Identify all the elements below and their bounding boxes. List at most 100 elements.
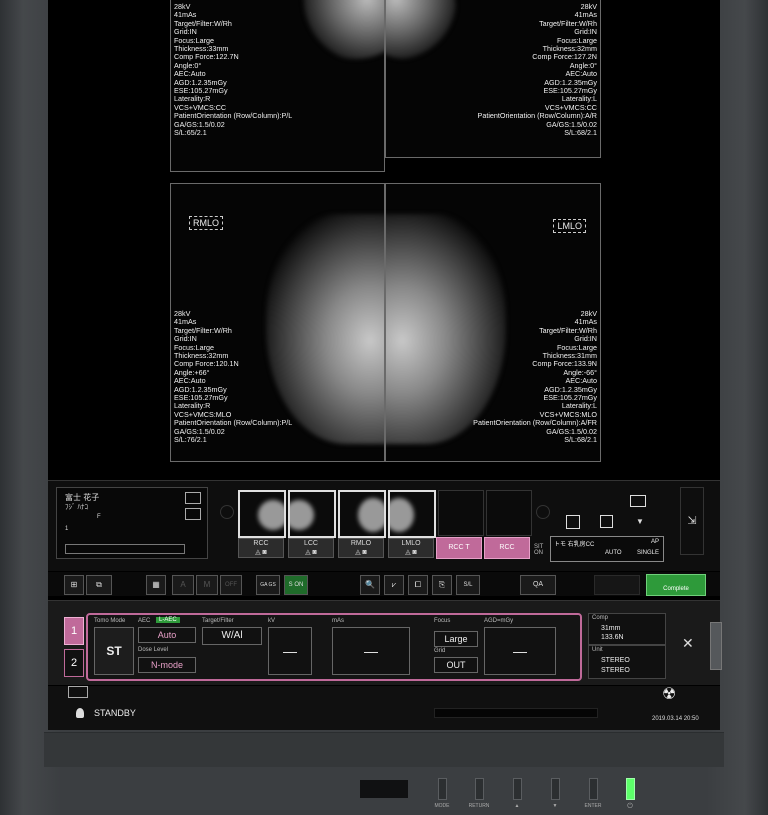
- protocol-name: トモ 右乳房CC: [554, 542, 595, 548]
- pending-rcc[interactable]: RCC: [484, 537, 530, 559]
- dropdown-icon[interactable]: ▼: [636, 517, 644, 526]
- patient-id-field: [65, 544, 185, 554]
- ga-gs-button[interactable]: GA GS: [256, 575, 280, 595]
- protocol-box[interactable]: SIT ON トモ 右乳房CC AP AUTO SINGLE: [534, 536, 664, 562]
- enter-key-label: ENTER: [584, 803, 602, 809]
- enter-key[interactable]: [589, 778, 598, 800]
- thumb-empty-1[interactable]: [438, 490, 484, 536]
- unit-value-1: STEREO: [601, 657, 630, 664]
- target-filter-value[interactable]: W/Al: [202, 627, 262, 645]
- screen: 28kV 41mAs Target/Filter:W/Rh Grid:IN Fo…: [48, 0, 720, 730]
- patient-card-icon[interactable]: [185, 492, 201, 504]
- pending-rcc-t[interactable]: RCC T: [436, 537, 482, 559]
- a-button[interactable]: A: [172, 575, 194, 595]
- thumb-lcc[interactable]: [288, 490, 336, 538]
- disabled-button: [594, 575, 640, 595]
- rcc-overlay-text: 28kV 41mAs Target/Filter:W/Rh Grid:IN Fo…: [174, 2, 293, 138]
- thumb-lmlo[interactable]: [388, 490, 436, 538]
- return-key[interactable]: [475, 778, 484, 800]
- status-state: STANDBY: [94, 708, 136, 718]
- dose-level-value[interactable]: N-mode: [138, 657, 196, 673]
- thumb-rcc-label: RCC ◬ ◙: [238, 538, 284, 558]
- unit-label: Unit: [592, 647, 603, 653]
- patient-kana: ﾌｼﾞ ﾊﾅｺ: [65, 504, 88, 511]
- layout-4-icon[interactable]: ⊞: [64, 575, 84, 595]
- kv-label: kV: [268, 618, 276, 624]
- radiation-icon: ☢: [662, 686, 677, 703]
- power-key[interactable]: [626, 778, 635, 800]
- image-select-icon[interactable]: ▦: [146, 575, 166, 595]
- lmlo-overlay-text: 28kV 41mAs Target/Filter:W/Rh Grid:IN Fo…: [473, 309, 597, 445]
- s-l-button[interactable]: S/L: [456, 575, 480, 595]
- st-button[interactable]: ST: [94, 627, 134, 675]
- protocol-shot: SINGLE: [636, 550, 659, 556]
- mas-label: mAs: [332, 618, 344, 624]
- zoom-icon[interactable]: 🔍: [360, 575, 380, 595]
- export-icon[interactable]: ⧠: [408, 575, 428, 595]
- down-key-label: ▼: [552, 803, 558, 809]
- image-lcc[interactable]: 28kV 41mAs Target/Filter:W/Rh Grid:IN Fo…: [385, 0, 601, 158]
- focus-label: Focus: [434, 618, 451, 624]
- thumb-lcc-label: LCC ◬ ◙: [288, 538, 334, 558]
- return-key-label: RETURN: [468, 803, 490, 809]
- thumb-empty-2[interactable]: [486, 490, 532, 536]
- patient-info: 富士 花子 ﾌｼﾞ ﾊﾅｺ F 1: [56, 487, 208, 559]
- up-key[interactable]: [513, 778, 522, 800]
- grid-label: Grid: [434, 648, 446, 654]
- window-icon[interactable]: [630, 495, 646, 507]
- tab-1[interactable]: 1: [64, 617, 84, 645]
- down-key[interactable]: [551, 778, 560, 800]
- protocol-mode: AP: [650, 539, 659, 545]
- tools-icon[interactable]: ✕: [682, 635, 694, 652]
- up-key-label: ▲: [514, 803, 520, 809]
- comp-label: Comp: [592, 615, 609, 621]
- unit-value-2: STEREO: [601, 667, 630, 674]
- m-button[interactable]: M: [196, 575, 218, 595]
- focus-value[interactable]: Large: [434, 631, 478, 647]
- lcc-overlay-text: 28kV 41mAs Target/Filter:W/Rh Grid:IN Fo…: [477, 2, 597, 138]
- thumb-rcc[interactable]: [238, 490, 286, 538]
- image-rcc[interactable]: 28kV 41mAs Target/Filter:W/Rh Grid:IN Fo…: [170, 0, 385, 172]
- complete-button[interactable]: Complete: [646, 574, 706, 596]
- add-page-icon[interactable]: ⎘: [432, 575, 452, 595]
- thumb-rmlo-label: RMLO ◬ ◙: [338, 538, 384, 558]
- image-rmlo[interactable]: RMLO 28kV 41mAs Target/Filter:W/Rh Grid:…: [170, 183, 385, 462]
- power-icon: ⏻: [627, 803, 633, 810]
- keyboard-icon[interactable]: [68, 686, 88, 698]
- qa-button[interactable]: QA: [520, 575, 556, 595]
- tomo-mode-label: Tomo Mode: [94, 618, 126, 624]
- s-on-button[interactable]: S ON: [284, 575, 308, 595]
- kv-value[interactable]: —: [268, 627, 312, 675]
- user-icon: [76, 708, 84, 718]
- aec-badge: L-AEC: [156, 617, 180, 623]
- comp-box: Comp 31mm 133.6N: [588, 613, 666, 645]
- patient-edit-icon[interactable]: [185, 508, 201, 520]
- grid-layout-icon[interactable]: [600, 515, 613, 528]
- aec-off-button[interactable]: OFF: [220, 575, 242, 595]
- mode-key[interactable]: [438, 778, 447, 800]
- image-lmlo[interactable]: LMLO 28kV 41mAs Target/Filter:W/Rh Grid:…: [385, 183, 601, 462]
- agd-value[interactable]: —: [484, 627, 556, 675]
- thumb-lmlo-label: LMLO ◬ ◙: [388, 538, 434, 558]
- unit-box: Unit STEREO STEREO: [588, 645, 666, 679]
- aec-value[interactable]: Auto: [138, 627, 196, 643]
- compare-icon[interactable]: ⧉: [86, 575, 112, 595]
- target-filter-label: Target/Filter: [202, 618, 234, 624]
- tab-2[interactable]: 2: [64, 649, 84, 677]
- thumb-next-icon[interactable]: [536, 505, 550, 519]
- protocol-prefix: SIT ON: [534, 544, 544, 556]
- patient-number: 1: [65, 526, 69, 532]
- mas-value[interactable]: —: [332, 627, 410, 675]
- rmlo-overlay-text: 28kV 41mAs Target/Filter:W/Rh Grid:IN Fo…: [174, 309, 293, 445]
- histogram-icon[interactable]: ⩗: [384, 575, 404, 595]
- thumb-rmlo[interactable]: [338, 490, 386, 538]
- transfer-icon[interactable]: ⇲: [680, 487, 704, 555]
- progress-bar: [434, 708, 598, 718]
- protocol-aec: AUTO: [605, 550, 622, 556]
- status-datetime: 2019.03.14 20:50: [652, 716, 699, 722]
- grid-value[interactable]: OUT: [434, 657, 478, 673]
- dose-level-label: Dose Level: [138, 647, 169, 653]
- add-image-icon[interactable]: [566, 515, 580, 529]
- patient-sex: F: [97, 514, 101, 520]
- thumb-prev-icon[interactable]: [220, 505, 234, 519]
